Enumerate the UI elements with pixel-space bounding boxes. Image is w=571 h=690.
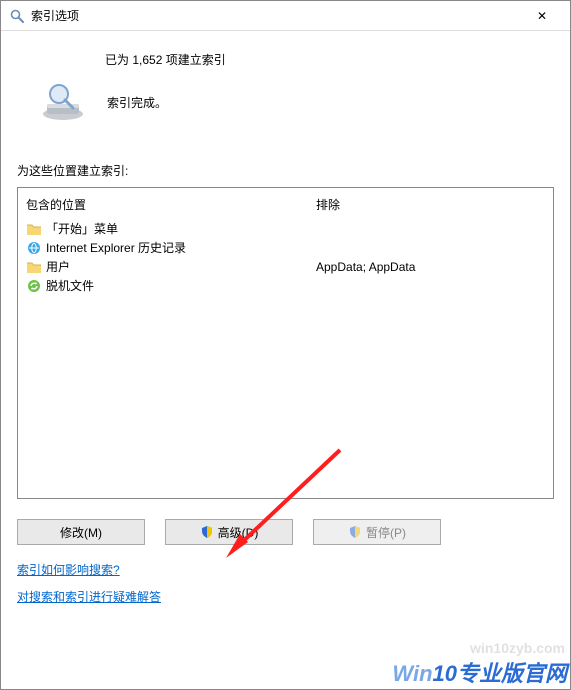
excluded-cell [308, 219, 553, 238]
folder-icon [26, 259, 42, 275]
included-header: 包含的位置 [18, 194, 308, 219]
watermark-brand-a: Win [392, 661, 432, 686]
excluded-cell [308, 238, 553, 257]
help-link-troubleshoot[interactable]: 对搜索和索引进行疑难解答 [17, 588, 161, 605]
titlebar: 索引选项 ✕ [1, 1, 570, 31]
window-title: 索引选项 [31, 7, 522, 24]
list-item-label: 用户 [46, 258, 70, 275]
list-item-label: 「开始」菜单 [46, 220, 118, 237]
index-count-text: 已为 1,652 项建立索引 [105, 51, 554, 68]
close-button[interactable]: ✕ [522, 2, 562, 30]
list-item[interactable]: Internet Explorer 历史记录 [18, 238, 308, 257]
excluded-cell [308, 276, 553, 295]
watermark-url: win10zyb.com [470, 640, 565, 656]
sync-icon [26, 278, 42, 294]
watermark-brand: Win10专业版官网 [392, 656, 567, 688]
button-label: 暂停(P) [366, 524, 406, 541]
shield-icon [200, 525, 214, 539]
list-item-label: 脱机文件 [46, 277, 94, 294]
excluded-cell: AppData; AppData [308, 257, 553, 276]
excluded-header: 排除 [308, 194, 553, 219]
locations-list: 包含的位置 「开始」菜单 Internet Explorer 历史记录 [17, 187, 554, 499]
modify-button[interactable]: 修改(M) [17, 519, 145, 545]
list-item[interactable]: 脱机文件 [18, 276, 308, 295]
button-label: 修改(M) [60, 524, 102, 541]
help-link-search-impact[interactable]: 索引如何影响搜索? [17, 561, 120, 578]
indexing-options-dialog: 索引选项 ✕ 已为 1,652 项建立索引 索引完成。 为这些位置建立索引: 包… [0, 0, 571, 690]
dialog-content: 已为 1,652 项建立索引 索引完成。 为这些位置建立索引: 包含的位置 [1, 31, 570, 689]
links-section: 索引如何影响搜索? 对搜索和索引进行疑难解答 [17, 561, 554, 605]
locations-label: 为这些位置建立索引: [17, 162, 554, 179]
index-status-text: 索引完成。 [107, 94, 167, 111]
watermark-brand-b: 10专业版官网 [433, 661, 567, 686]
button-label: 高级(D) [218, 524, 259, 541]
list-item[interactable]: 用户 [18, 257, 308, 276]
folder-icon [26, 221, 42, 237]
index-icon [39, 82, 87, 122]
excluded-column: 排除 AppData; AppData [308, 188, 553, 498]
list-item[interactable]: 「开始」菜单 [18, 219, 308, 238]
close-icon: ✕ [537, 9, 547, 23]
shield-icon [348, 525, 362, 539]
included-column: 包含的位置 「开始」菜单 Internet Explorer 历史记录 [18, 188, 308, 498]
pause-button: 暂停(P) [313, 519, 441, 545]
magnifier-icon [9, 8, 25, 24]
buttons-row: 修改(M) 高级(D) 暂停(P) [17, 519, 554, 545]
status-row: 索引完成。 [17, 82, 554, 122]
list-item-label: Internet Explorer 历史记录 [46, 239, 186, 256]
ie-icon [26, 240, 42, 256]
advanced-button[interactable]: 高级(D) [165, 519, 293, 545]
